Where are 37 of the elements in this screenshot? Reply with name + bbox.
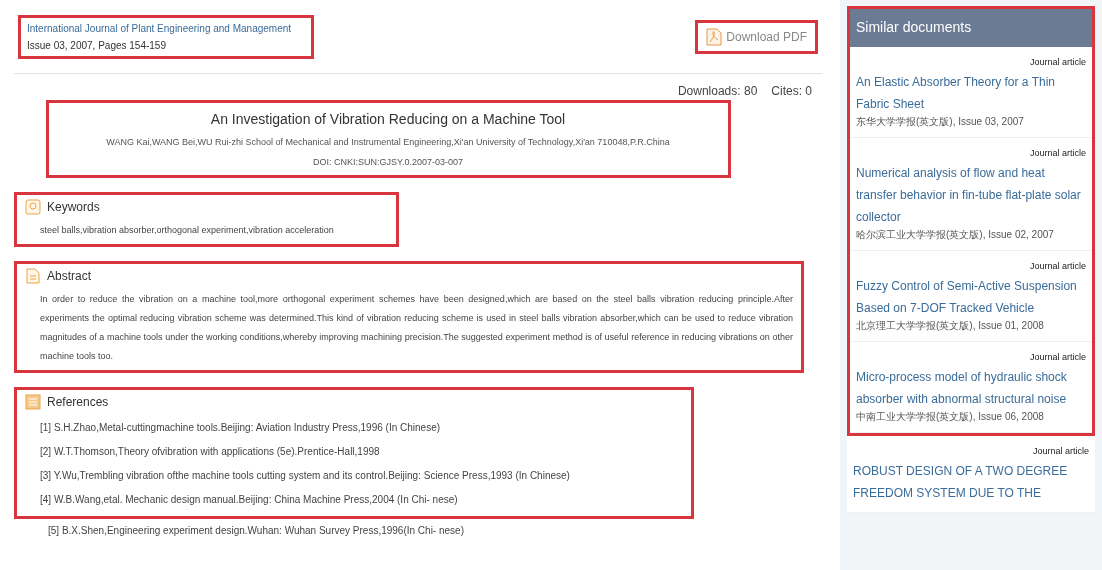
document-type: Journal article bbox=[1029, 261, 1086, 271]
document-type: Journal article bbox=[1029, 352, 1086, 362]
list-icon bbox=[25, 394, 41, 410]
article-doi: DOI: CNKI:SUN:GJSY.0.2007-03-007 bbox=[313, 157, 463, 167]
section-heading: References bbox=[47, 395, 109, 409]
reference-item: [2] W.T.Thomson,Theory ofvibration with applications (5e).Prentice-Hall,1998 bbox=[40, 445, 381, 459]
document-type: Journal article bbox=[1029, 148, 1086, 158]
sidebar-title: Similar documents bbox=[850, 9, 1092, 47]
pdf-icon bbox=[706, 27, 723, 46]
document-link[interactable]: ROBUST DESIGN OF A TWO DEGREE FREEDOM SYSTEM DUE TO THE bbox=[853, 460, 1089, 504]
download-pdf-button[interactable]: Download PDF bbox=[695, 19, 818, 54]
document-source: 中南工业大学学报(英文版), Issue 06, 2008 bbox=[856, 410, 1045, 424]
abstract-text: In order to reduce the vibration on a machine tool,more orthogonal experiment schemes have been designed,which are based on the steel balls vibration reducing principle.After experiments the optimal reducing vibration scheme was determined.This kind of vibration reducing scheme is used in steel balls vibration absorber,which can be used to reduce vibration magnitudes of a machine tools under the working conditions,whereby improving machining precision.The suggested experiment method is of useful reference in reducing vibrations on other machine tools too. bbox=[40, 293, 793, 363]
document-icon bbox=[25, 268, 41, 284]
document-source: 哈尔滨工业大学学报(英文版), Issue 02, 2007 bbox=[856, 228, 1055, 242]
reference-item: [1] S.H.Zhao,Metal-cuttingmachine tools.Beijing: Aviation Industry Press,1996 (In Chinese) bbox=[40, 421, 442, 435]
document-source: 北京理工大学学报(英文版), Issue 01, 2008 bbox=[856, 319, 1045, 333]
document-link[interactable]: Fuzzy Control of Semi-Active Suspension Based on 7-DOF Tracked Vehicle bbox=[856, 275, 1086, 319]
article-authors: WANG Kai,WANG Bei,WU Rui-zhi School of Mechanical and Instrumental Engineering,Xi'an University of Technology,Xi'an 710048,P.R.China bbox=[106, 137, 670, 147]
reference-item: [5] B.X.Shen,Engineering experiment design.Wuhan: Wuhan Survey Press,1996(In Chi- nese) bbox=[48, 524, 465, 538]
section-heading: Keywords bbox=[47, 200, 100, 214]
document-source: 东华大学学报(英文版), Issue 03, 2007 bbox=[856, 115, 1025, 129]
document-link[interactable]: An Elastic Absorber Theory for a Thin Fabric Sheet bbox=[856, 71, 1086, 115]
badge-icon bbox=[25, 199, 41, 215]
cites-count: Cites: 0 bbox=[771, 84, 812, 98]
document-type: Journal article bbox=[1029, 57, 1086, 67]
document-link[interactable]: Micro-process model of hydraulic shock absorber with abnormal structural noise bbox=[856, 366, 1086, 410]
issue-info: Issue 03, 2007, Pages 154-159 bbox=[27, 39, 167, 51]
downloads-count: Downloads: 80 bbox=[677, 84, 758, 98]
document-link[interactable]: Numerical analysis of flow and heat transfer behavior in fin-tube flat-plate solar collector bbox=[856, 162, 1086, 228]
reference-item: [3] Y.Wu,Trembling vibration ofthe machine tools cutting system and its control.Beijing: Science Press,1993 (In Chinese) bbox=[40, 469, 571, 483]
reference-item: [4] W.B.Wang,etal. Mechanic design manual.Beijing: China Machine Press,2004 (In Chi- nese) bbox=[40, 493, 459, 507]
section-heading: Abstract bbox=[47, 269, 91, 283]
keywords-text: steel balls,vibration absorber,orthogonal experiment,vibration acceleration bbox=[40, 224, 335, 237]
article-title: An Investigation of Vibration Reducing on a Machine Tool bbox=[210, 111, 566, 127]
document-type: Journal article bbox=[1032, 446, 1089, 456]
journal-link[interactable]: International Journal of Plant Engineering and Management bbox=[27, 22, 292, 34]
